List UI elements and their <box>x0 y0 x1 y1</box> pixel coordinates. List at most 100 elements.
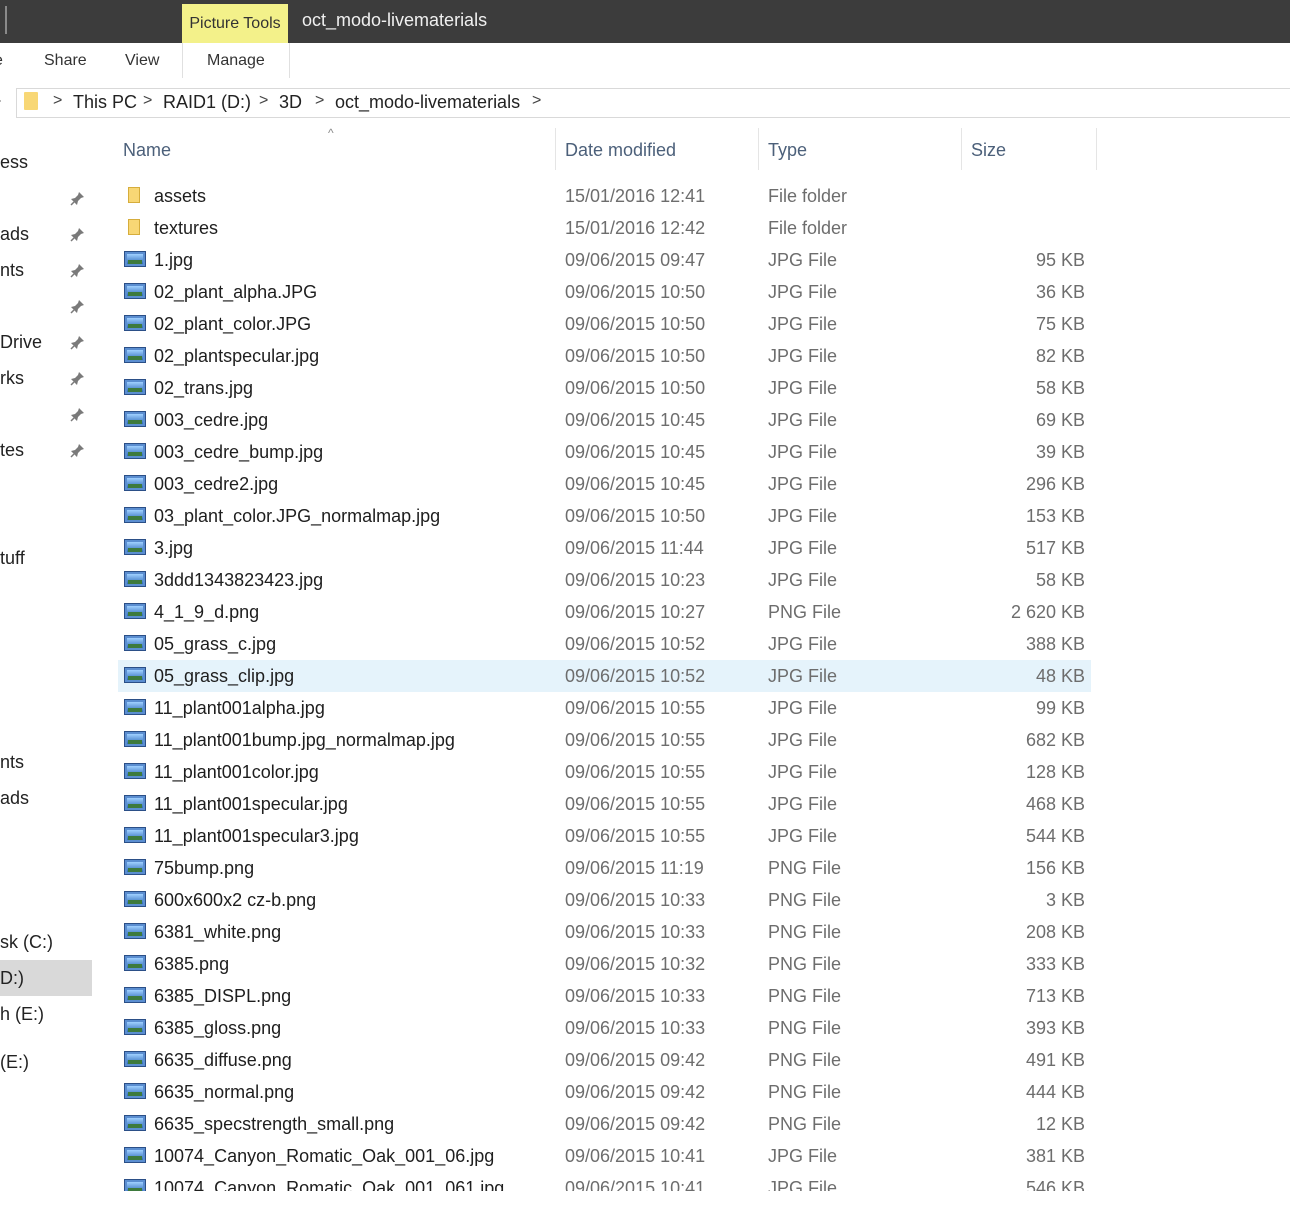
nav-item[interactable]: sk (C:) <box>0 924 92 960</box>
file-row[interactable]: 6635_normal.png 09/06/2015 09:42 PNG File 4… <box>118 1076 1091 1108</box>
nav-item[interactable]: tes <box>0 432 92 468</box>
file-row[interactable]: 6381_white.png 09/06/2015 10:33 PNG File 20… <box>118 916 1091 948</box>
file-row[interactable]: 11_plant001color.jpg 09/06/2015 10:55 JPG … <box>118 756 1091 788</box>
pin-icon[interactable] <box>70 190 86 206</box>
chevron-right-icon[interactable]: > <box>259 92 268 110</box>
file-name: 6635_diffuse.png <box>154 1050 292 1070</box>
image-file-icon <box>124 569 148 589</box>
file-row[interactable]: 02_plantspecular.jpg 09/06/2015 10:50 JPG … <box>118 340 1091 372</box>
nav-item[interactable]: ess <box>0 144 92 180</box>
tab-view[interactable]: View <box>125 52 159 70</box>
nav-item-label: nts <box>0 752 25 772</box>
pin-icon[interactable] <box>70 370 86 386</box>
nav-item[interactable] <box>0 180 92 216</box>
file-row[interactable]: 1.jpg 09/06/2015 09:47 JPG File 95 KB <box>118 244 1091 276</box>
nav-item-label: ads <box>0 224 30 244</box>
file-row[interactable]: 3.jpg 09/06/2015 11:44 JPG File 517 KB <box>118 532 1091 564</box>
file-size: 2 620 KB <box>1010 602 1085 622</box>
picture-tools-contextual-tab[interactable]: Picture Tools <box>182 4 288 43</box>
nav-item[interactable] <box>0 288 92 324</box>
pin-icon[interactable] <box>70 262 86 278</box>
pin-icon[interactable] <box>70 226 86 242</box>
file-size: 491 KB <box>1025 1050 1085 1070</box>
file-row[interactable]: 10074_Canyon_Romatic_Oak_001_061.jpg 09/0… <box>118 1172 1091 1191</box>
nav-item[interactable]: ads <box>0 216 92 252</box>
file-size: 682 KB <box>1025 730 1085 750</box>
tab-home[interactable]: e <box>0 52 3 70</box>
file-type: JPG File <box>768 826 838 846</box>
file-row[interactable]: 02_trans.jpg 09/06/2015 10:50 JPG File 58 K… <box>118 372 1091 404</box>
file-row[interactable]: 003_cedre_bump.jpg 09/06/2015 10:45 JPG Fi… <box>118 436 1091 468</box>
file-name: 11_plant001specular.jpg <box>154 794 348 814</box>
column-header-date[interactable]: Date modified <box>565 140 676 161</box>
nav-item[interactable]: nts <box>0 744 92 780</box>
file-row[interactable]: 11_plant001alpha.jpg 09/06/2015 10:55 JPG … <box>118 692 1091 724</box>
file-row[interactable]: 6635_diffuse.png 09/06/2015 09:42 PNG File… <box>118 1044 1091 1076</box>
nav-item[interactable]: D:) <box>0 960 92 996</box>
file-name: textures <box>154 218 219 238</box>
column-divider[interactable] <box>961 128 962 170</box>
file-name: 02_trans.jpg <box>154 378 254 398</box>
file-row[interactable]: 75bump.png 09/06/2015 11:19 PNG File 156 KB <box>118 852 1091 884</box>
file-row[interactable]: 05_grass_c.jpg 09/06/2015 10:52 JPG File 38… <box>118 628 1091 660</box>
file-row[interactable]: 10074_Canyon_Romatic_Oak_001_06.jpg 09/06… <box>118 1140 1091 1172</box>
file-type: JPG File <box>768 250 838 270</box>
tab-manage[interactable]: Manage <box>207 52 265 70</box>
chevron-right-icon[interactable]: > <box>143 92 152 110</box>
pin-icon[interactable] <box>70 406 86 422</box>
column-divider[interactable] <box>1096 128 1097 170</box>
file-row[interactable]: 6385_gloss.png 09/06/2015 10:33 PNG File 39… <box>118 1012 1091 1044</box>
nav-item[interactable]: rks <box>0 360 92 396</box>
up-arrow-icon[interactable]: › <box>0 92 1 110</box>
file-row[interactable]: 6385_DISPL.png 09/06/2015 10:33 PNG File 71… <box>118 980 1091 1012</box>
image-file-icon <box>124 825 148 845</box>
tab-share[interactable]: Share <box>44 52 87 70</box>
chevron-right-icon[interactable]: > <box>532 92 541 110</box>
file-row[interactable]: 11_plant001specular.jpg 09/06/2015 10:55 J… <box>118 788 1091 820</box>
nav-item[interactable]: Drive <box>0 324 92 360</box>
nav-item[interactable]: (E:) <box>0 1044 92 1080</box>
breadcrumb-this-pc[interactable]: This PC <box>73 92 137 113</box>
file-row[interactable]: 05_grass_clip.jpg 09/06/2015 10:52 JPG Fil… <box>118 660 1091 692</box>
image-file-icon <box>124 313 148 333</box>
nav-item[interactable]: ads <box>0 780 92 816</box>
column-header-name[interactable]: Name <box>123 140 171 161</box>
file-row[interactable]: 3ddd1343823423.jpg 09/06/2015 10:23 JPG Fi… <box>118 564 1091 596</box>
pin-icon[interactable] <box>70 334 86 350</box>
chevron-right-icon[interactable]: > <box>315 92 324 110</box>
file-size: 99 KB <box>1035 698 1085 718</box>
file-name: 6385_DISPL.png <box>154 986 292 1006</box>
file-row[interactable]: 02_plant_alpha.JPG 09/06/2015 10:50 JPG Fi… <box>118 276 1091 308</box>
pin-icon[interactable] <box>70 442 86 458</box>
column-divider[interactable] <box>555 128 556 170</box>
file-row[interactable]: 6635_specstrength_small.png 09/06/2015 09… <box>118 1108 1091 1140</box>
nav-item[interactable]: tuff <box>0 540 92 576</box>
file-row[interactable]: 4_1_9_d.png 09/06/2015 10:27 PNG File 2 620… <box>118 596 1091 628</box>
file-name: 6385.png <box>154 954 230 974</box>
nav-item[interactable]: nts <box>0 252 92 288</box>
column-header-size[interactable]: Size <box>971 140 1006 161</box>
file-row[interactable]: 6385.png 09/06/2015 10:32 PNG File 333 KB <box>118 948 1091 980</box>
file-row[interactable]: 11_plant001specular3.jpg 09/06/2015 10:55… <box>118 820 1091 852</box>
pin-icon[interactable] <box>70 298 86 314</box>
chevron-right-icon[interactable]: > <box>53 92 62 110</box>
file-row[interactable]: textures 15/01/2016 12:42 File folder <box>118 212 1091 244</box>
column-header-type[interactable]: Type <box>768 140 807 161</box>
nav-item[interactable] <box>0 396 92 432</box>
breadcrumb-raid1[interactable]: RAID1 (D:) <box>163 92 251 113</box>
nav-item[interactable]: h (E:) <box>0 996 92 1032</box>
file-row[interactable]: assets 15/01/2016 12:41 File folder <box>118 180 1091 212</box>
image-file-icon <box>124 1081 148 1101</box>
breadcrumb-oct-modo[interactable]: oct_modo-livematerials <box>335 92 520 113</box>
column-divider[interactable] <box>758 128 759 170</box>
file-row[interactable]: 02_plant_color.JPG 09/06/2015 10:50 JPG Fi… <box>118 308 1091 340</box>
file-name: 03_plant_color.JPG_normalmap.jpg <box>154 506 441 526</box>
file-type: PNG File <box>768 1050 842 1070</box>
file-row[interactable]: 11_plant001bump.jpg_normalmap.jpg 09/06/2… <box>118 724 1091 756</box>
file-size: 12 KB <box>1035 1114 1085 1134</box>
breadcrumb-3d[interactable]: 3D <box>279 92 302 113</box>
file-row[interactable]: 003_cedre.jpg 09/06/2015 10:45 JPG File 69 … <box>118 404 1091 436</box>
file-row[interactable]: 03_plant_color.JPG_normalmap.jpg 09/06/20… <box>118 500 1091 532</box>
file-row[interactable]: 003_cedre2.jpg 09/06/2015 10:45 JPG File 29… <box>118 468 1091 500</box>
file-row[interactable]: 600x600x2 cz-b.png 09/06/2015 10:33 PNG Fi… <box>118 884 1091 916</box>
